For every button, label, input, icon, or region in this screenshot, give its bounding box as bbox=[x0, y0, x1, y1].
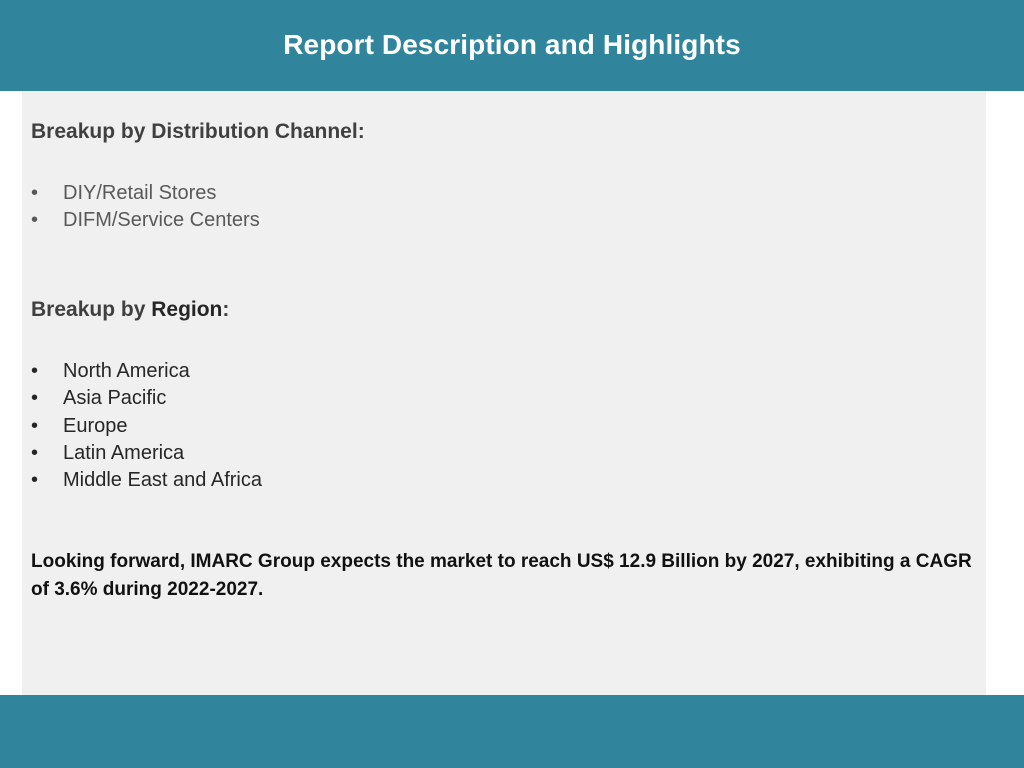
list-item: • DIY/Retail Stores bbox=[31, 180, 260, 207]
region-list: • North America • Asia Pacific • Europe … bbox=[31, 358, 262, 494]
list-item-label: DIY/Retail Stores bbox=[63, 182, 217, 204]
region-heading-suffix: : bbox=[222, 298, 230, 321]
content-panel: Breakup by Distribution Channel: • DIY/R… bbox=[22, 91, 986, 695]
list-item-label: North America bbox=[63, 360, 190, 382]
list-item-label: Middle East and Africa bbox=[63, 469, 262, 492]
list-item: • Latin America bbox=[31, 440, 262, 467]
bullet-icon: • bbox=[31, 441, 39, 464]
bullet-icon: • bbox=[31, 182, 39, 204]
bullet-icon: • bbox=[31, 209, 39, 232]
bullet-icon: • bbox=[31, 414, 39, 437]
region-heading-prefix: Breakup by bbox=[31, 298, 152, 321]
footer-band bbox=[0, 695, 1024, 768]
list-item-label: Europe bbox=[63, 414, 128, 437]
list-item-label: Latin America bbox=[63, 441, 185, 464]
list-item: • Europe bbox=[31, 413, 262, 440]
list-item: • Middle East and Africa bbox=[31, 467, 262, 494]
list-item-label: DIFM/Service Centers bbox=[63, 209, 260, 232]
list-item-label: Asia Pacific bbox=[63, 387, 167, 410]
list-item: • North America bbox=[31, 358, 262, 385]
bullet-icon: • bbox=[31, 387, 39, 410]
list-item: • Asia Pacific bbox=[31, 385, 262, 412]
bullet-icon: • bbox=[31, 469, 39, 492]
region-heading: Breakup by Region: bbox=[31, 298, 229, 322]
market-forecast-summary: Looking forward, IMARC Group expects the… bbox=[31, 551, 972, 600]
region-heading-emphasis: Region bbox=[151, 298, 223, 321]
distribution-list: • DIY/Retail Stores • DIFM/Service Cente… bbox=[31, 180, 260, 235]
bullet-icon: • bbox=[31, 360, 39, 382]
distribution-heading: Breakup by Distribution Channel: bbox=[31, 120, 365, 143]
list-item: • DIFM/Service Centers bbox=[31, 207, 260, 234]
page-title: Report Description and Highlights bbox=[283, 28, 741, 60]
title-banner: Report Description and Highlights bbox=[0, 0, 1024, 91]
